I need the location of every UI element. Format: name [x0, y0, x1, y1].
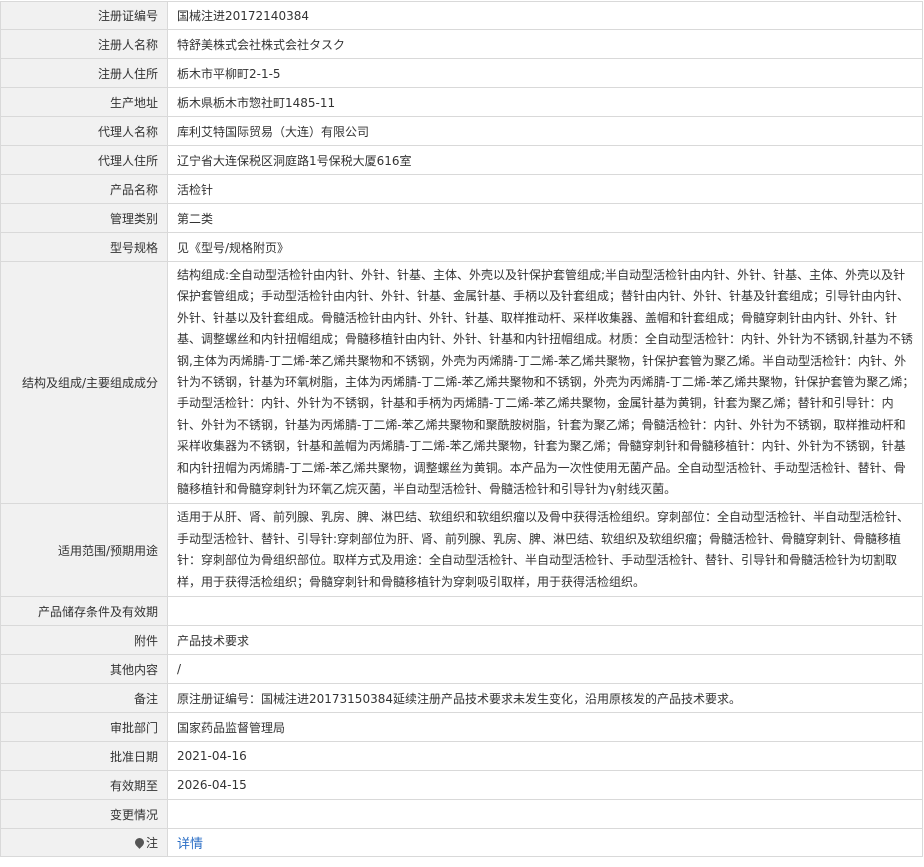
row-label: 注册证编号: [0, 1, 168, 30]
note-value-cell: 详情: [167, 828, 923, 858]
row-value: 活检针: [167, 174, 923, 204]
map-pin-icon: [133, 836, 146, 849]
table-row: 代理人名称 库利艾特国际贸易（大连）有限公司: [0, 116, 923, 146]
row-label: 型号规格: [0, 232, 168, 262]
table-row: 注册人名称 特舒美株式会社株式会社タスク: [0, 29, 923, 59]
row-label: 代理人住所: [0, 145, 168, 175]
row-label: 注册人名称: [0, 29, 168, 59]
row-value: 见《型号/规格附页》: [167, 232, 923, 262]
row-label: 变更情况: [0, 799, 168, 830]
row-label: 代理人名称: [0, 116, 168, 146]
registration-table: 注册证编号 国械注进20172140384 注册人名称 特舒美株式会社株式会社タ…: [0, 1, 923, 858]
table-row: 附件 产品技术要求: [0, 625, 923, 656]
row-value: 适用于从肝、肾、前列腺、乳房、脾、淋巴结、软组织和软组织瘤以及骨中获得活检组织。…: [167, 503, 923, 598]
row-label: 有效期至: [0, 770, 168, 801]
table-row: 代理人住所 辽宁省大连保税区洞庭路1号保税大厦616室: [0, 145, 923, 175]
table-row: 备注 原注册证编号：国械注进20173150384延续注册产品技术要求未发生变化…: [0, 683, 923, 714]
row-value: 栃木市平柳町2-1-5: [167, 58, 923, 88]
row-label: 审批部门: [0, 712, 168, 743]
row-value: 国家药品监督管理局: [167, 712, 923, 743]
row-value: 国械注进20172140384: [167, 1, 923, 30]
row-value: [167, 596, 923, 627]
row-value: 特舒美株式会社株式会社タスク: [167, 29, 923, 59]
row-value: 库利艾特国际贸易（大连）有限公司: [167, 116, 923, 146]
table-row: 适用范围/预期用途 适用于从肝、肾、前列腺、乳房、脾、淋巴结、软组织和软组织瘤以…: [0, 503, 923, 598]
note-row: 注 详情: [0, 828, 923, 858]
note-label: 注: [145, 836, 158, 851]
row-label: 其他内容: [0, 654, 168, 685]
row-label: 产品储存条件及有效期: [0, 596, 168, 627]
row-value: /: [167, 654, 923, 685]
row-label: 结构及组成/主要组成成分: [0, 260, 168, 505]
row-label: 管理类别: [0, 203, 168, 233]
row-value: 2021-04-16: [167, 741, 923, 772]
row-value: 结构组成:全自动型活检针由内针、外针、针基、主体、外壳以及针保护套管组成;半自动…: [167, 260, 923, 505]
row-value: 第二类: [167, 203, 923, 233]
table-row: 产品储存条件及有效期: [0, 596, 923, 627]
table-row: 有效期至 2026-04-15: [0, 770, 923, 801]
table-row: 其他内容 /: [0, 654, 923, 685]
table-row: 变更情况: [0, 799, 923, 830]
table-row: 注册人住所 栃木市平柳町2-1-5: [0, 58, 923, 88]
table-row: 注册证编号 国械注进20172140384: [0, 1, 923, 30]
row-value: 产品技术要求: [167, 625, 923, 656]
table-row: 管理类别 第二类: [0, 203, 923, 233]
table-row: 审批部门 国家药品监督管理局: [0, 712, 923, 743]
table-row: 批准日期 2021-04-16: [0, 741, 923, 772]
row-label: 批准日期: [0, 741, 168, 772]
table-row: 结构及组成/主要组成成分 结构组成:全自动型活检针由内针、外针、针基、主体、外壳…: [0, 260, 923, 505]
table-row: 产品名称 活检针: [0, 174, 923, 204]
row-label: 附件: [0, 625, 168, 656]
row-value: 原注册证编号：国械注进20173150384延续注册产品技术要求未发生变化，沿用…: [167, 683, 923, 714]
row-label: 注册人住所: [0, 58, 168, 88]
table-row: 生产地址 栃木県栃木市惣社町1485-11: [0, 87, 923, 117]
row-value: 辽宁省大连保税区洞庭路1号保税大厦616室: [167, 145, 923, 175]
row-value: 2026-04-15: [167, 770, 923, 801]
row-label: 产品名称: [0, 174, 168, 204]
row-label: 生产地址: [0, 87, 168, 117]
row-label: 备注: [0, 683, 168, 714]
note-label-cell: 注: [0, 828, 168, 858]
row-label: 适用范围/预期用途: [0, 503, 168, 598]
row-value: 栃木県栃木市惣社町1485-11: [167, 87, 923, 117]
row-value: [167, 799, 923, 830]
table-row: 型号规格 见《型号/规格附页》: [0, 232, 923, 262]
detail-link[interactable]: 详情: [177, 837, 203, 852]
